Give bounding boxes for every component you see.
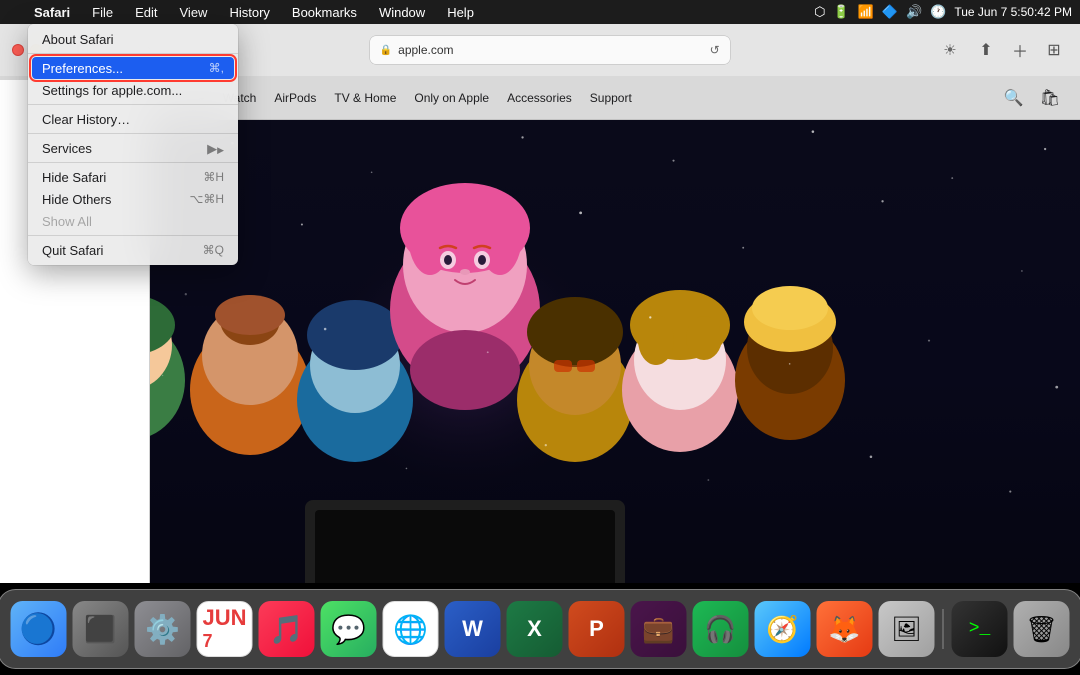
menu-window[interactable]: Window <box>375 5 429 20</box>
hide-safari-item[interactable]: Hide Safari ⌘H <box>28 166 238 188</box>
dock-app-chrome[interactable]: 🌐 <box>383 601 439 657</box>
dock-app-system-preferences[interactable]: ⚙️ <box>135 601 191 657</box>
menu-divider-4 <box>28 162 238 163</box>
ssl-lock-icon: 🔒 <box>380 45 392 56</box>
menu-view[interactable]: View <box>176 5 212 20</box>
dock-app-finder[interactable]: 🔵 <box>11 601 67 657</box>
menu-divider-5 <box>28 235 238 236</box>
menu-edit[interactable]: Edit <box>131 5 161 20</box>
dock-separator <box>943 609 944 649</box>
menubar-left: Safari File Edit View History Bookmarks … <box>8 5 478 20</box>
dropbox-icon[interactable]: ⬡ <box>814 4 825 20</box>
menu-help[interactable]: Help <box>443 5 478 20</box>
dock-app-spotify[interactable]: 🎧 <box>693 601 749 657</box>
menu-divider-3 <box>28 133 238 134</box>
dock: 🔵 ⬛ ⚙️ JUN7 🎵 💬 🌐 W X P 💼 <box>0 589 1080 669</box>
nav-accessories[interactable]: Accessories <box>507 91 572 105</box>
dock-app-safari[interactable]: 🧭 <box>755 601 811 657</box>
bluetooth-icon[interactable]: 🔷 <box>882 4 898 20</box>
dock-app-trash[interactable]: 🗑 <box>1014 601 1070 657</box>
clear-history-item[interactable]: Clear History… <box>28 108 238 130</box>
menu-bookmarks[interactable]: Bookmarks <box>288 5 361 20</box>
wifi-icon[interactable]: 📶 <box>858 4 874 20</box>
nav-only-on-apple[interactable]: Only on Apple <box>414 91 489 105</box>
menu-file[interactable]: File <box>88 5 117 20</box>
nav-tv-home[interactable]: TV & Home <box>334 91 396 105</box>
nav-airpods[interactable]: AirPods <box>274 91 316 105</box>
dock-app-powerpoint[interactable]: P <box>569 601 625 657</box>
dock-app-slack[interactable]: 💼 <box>631 601 687 657</box>
battery-icon[interactable]: 🔋 <box>833 4 849 20</box>
settings-for-site-item[interactable]: Settings for apple.com... <box>28 79 238 101</box>
volume-icon[interactable]: 🔊 <box>906 4 922 20</box>
address-bar[interactable]: 🔒 apple.com ↺ <box>370 36 730 64</box>
preferences-shortcut: ⌘, <box>209 62 224 74</box>
address-bar-container: 🔒 apple.com ↺ <box>171 36 928 64</box>
hide-safari-shortcut: ⌘H <box>203 171 224 183</box>
close-button[interactable] <box>12 44 24 56</box>
show-all-item: Show All <box>28 210 238 232</box>
dock-app-calendar[interactable]: JUN7 <box>197 601 253 657</box>
dock-app-word[interactable]: W <box>445 601 501 657</box>
dock-app-iterm[interactable]: >_ <box>952 601 1008 657</box>
page-wrapper: Safari File Edit View History Bookmarks … <box>0 0 1080 675</box>
services-item[interactable]: Services ▶ <box>28 137 238 159</box>
dock-app-preview[interactable]: 🖼 <box>879 601 935 657</box>
menu-history[interactable]: History <box>225 5 273 20</box>
search-nav-icon[interactable]: 🔍 <box>1004 88 1024 108</box>
menu-divider-1 <box>28 53 238 54</box>
nav-support[interactable]: Support <box>590 91 632 105</box>
about-safari-item[interactable]: About Safari <box>28 28 238 50</box>
tab-overview-button[interactable]: ⊞ <box>1040 36 1068 64</box>
hide-others-item[interactable]: Hide Others ⌥⌘H <box>28 188 238 210</box>
safari-app-menu: About Safari Preferences... ⌘, Settings … <box>28 24 238 265</box>
dock-app-launchpad[interactable]: ⬛ <box>73 601 129 657</box>
new-tab-button[interactable]: ＋ <box>1006 36 1034 64</box>
share-button[interactable]: ⬆ <box>972 36 1000 64</box>
clock-icon[interactable]: 🕐 <box>930 4 946 20</box>
dock-app-excel[interactable]: X <box>507 601 563 657</box>
dock-app-messages[interactable]: 💬 <box>321 601 377 657</box>
bag-nav-icon[interactable]: 🛍 <box>1040 88 1060 108</box>
system-time: Tue Jun 7 5:50:42 PM <box>954 5 1072 19</box>
quit-safari-item[interactable]: Quit Safari ⌘Q <box>28 239 238 261</box>
toolbar-actions: ⬆ ＋ ⊞ <box>972 36 1068 64</box>
dock-app-firefox[interactable]: 🦊 <box>817 601 873 657</box>
services-submenu-arrow: ▶ <box>207 142 224 155</box>
preferences-item[interactable]: Preferences... ⌘, <box>32 57 234 79</box>
app-name[interactable]: Safari <box>30 5 74 20</box>
menu-divider-2 <box>28 104 238 105</box>
menubar: Safari File Edit View History Bookmarks … <box>0 0 1080 24</box>
dock-app-music[interactable]: 🎵 <box>259 601 315 657</box>
apple-nav-icons: 🔍 🛍 <box>1004 88 1060 108</box>
quit-shortcut: ⌘Q <box>203 244 224 256</box>
brightness-button[interactable]: ☀ <box>936 36 964 64</box>
url-display: apple.com <box>398 43 453 57</box>
hide-others-shortcut: ⌥⌘H <box>190 193 225 205</box>
menubar-right: ⬡ 🔋 📶 🔷 🔊 🕐 Tue Jun 7 5:50:42 PM <box>814 4 1072 20</box>
reload-button[interactable]: ↺ <box>710 43 720 57</box>
